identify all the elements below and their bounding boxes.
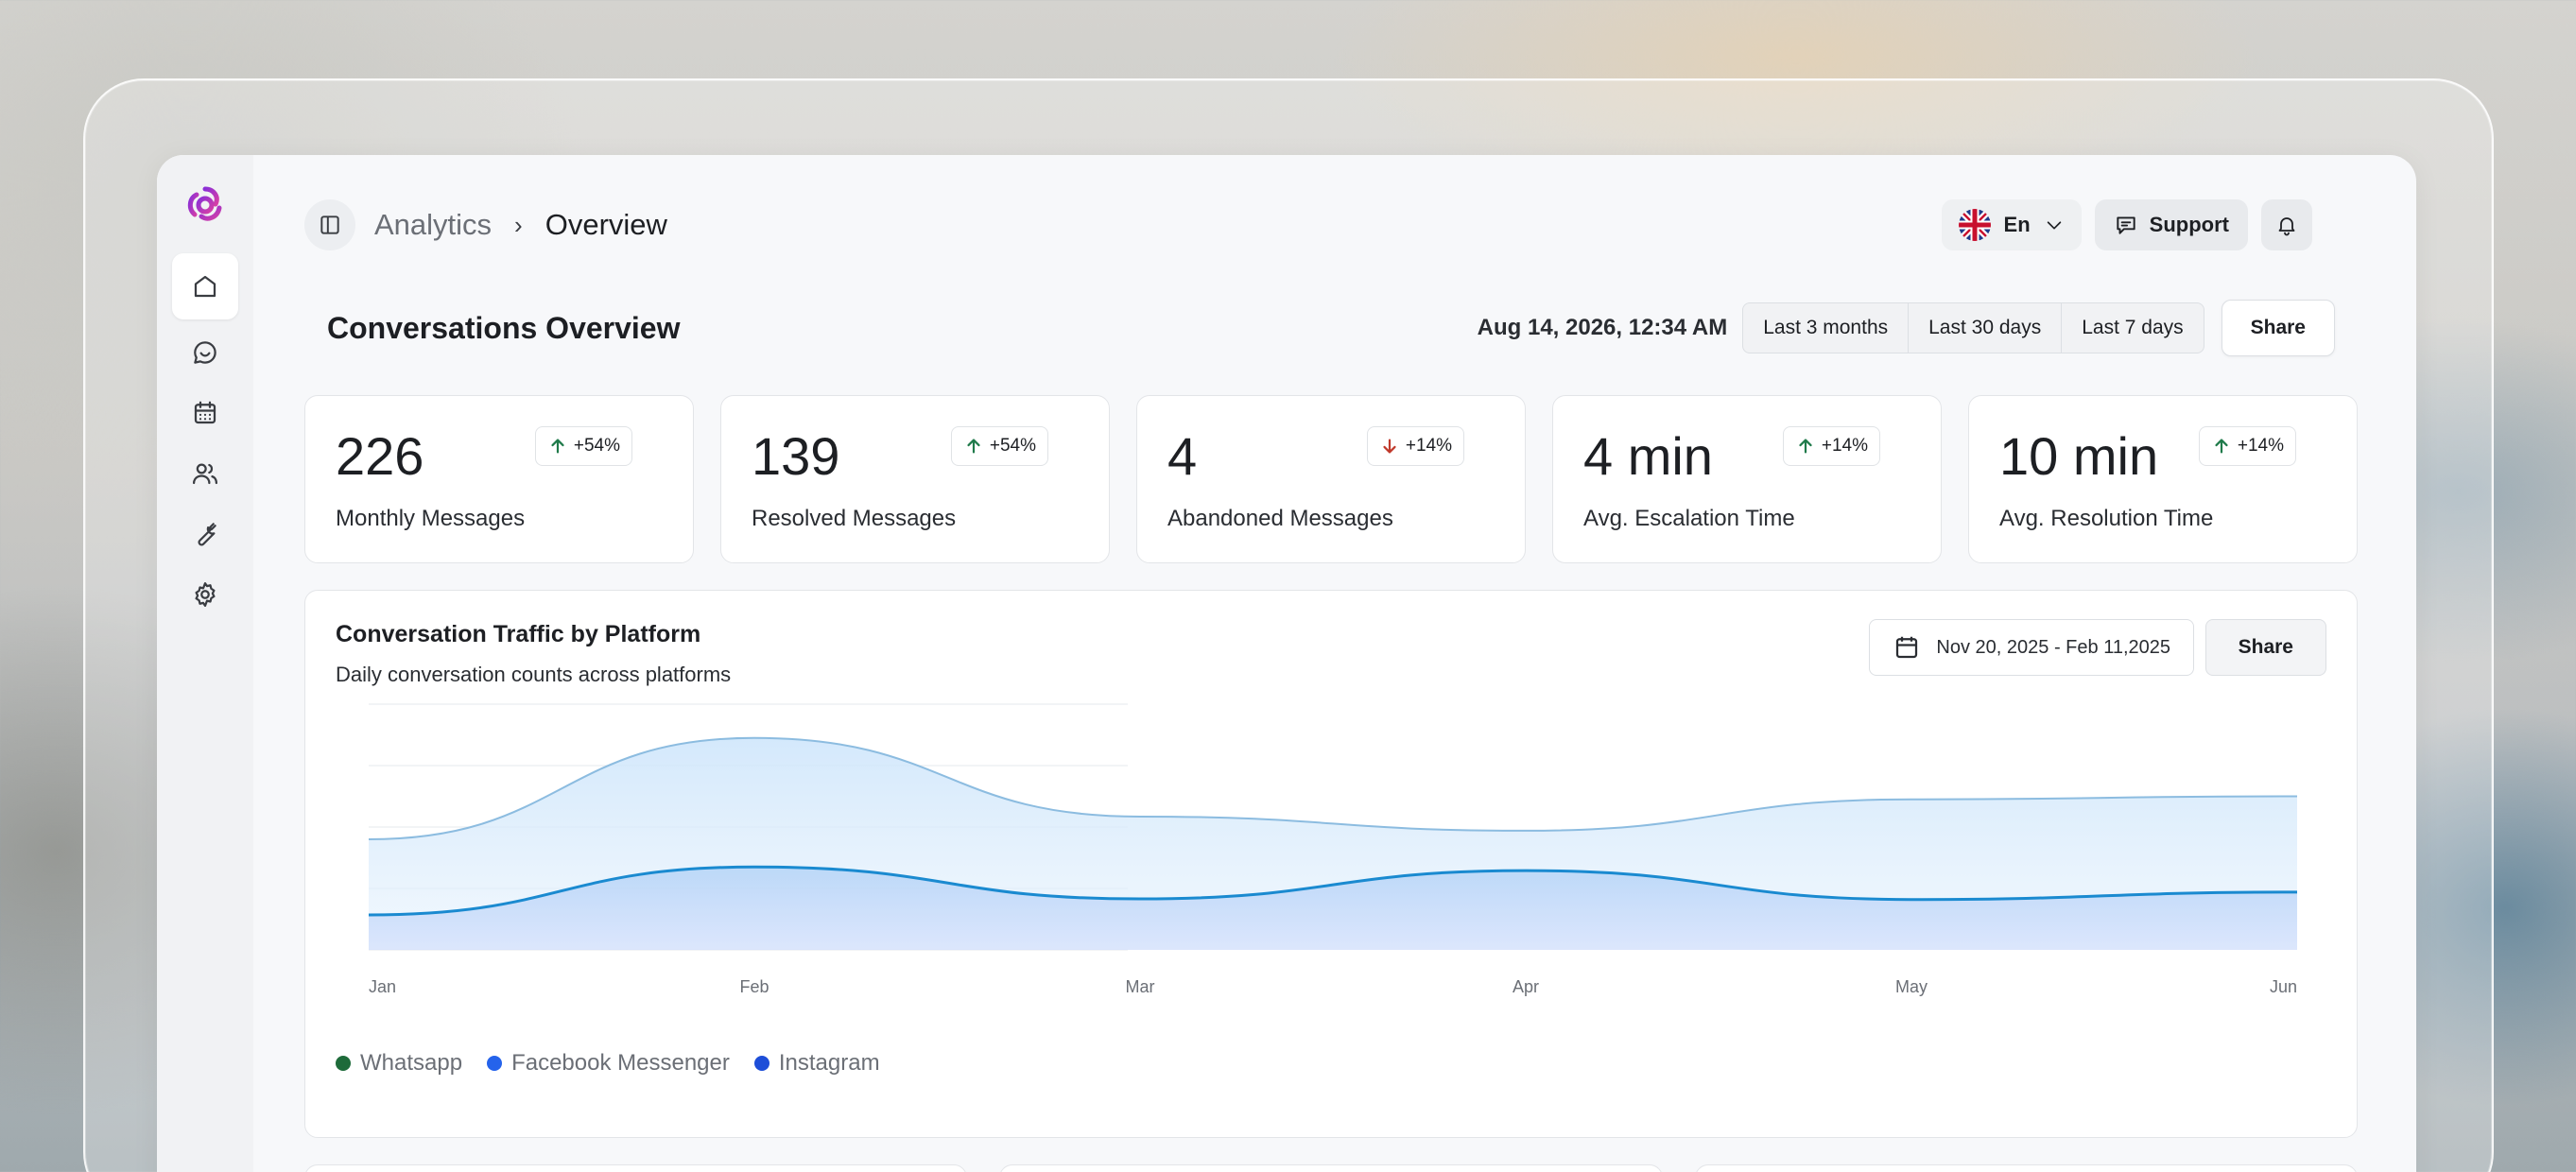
arrow-up-icon bbox=[551, 439, 564, 454]
stat-label: Resolved Messages bbox=[752, 506, 957, 531]
x-tick-label: Jun bbox=[2270, 977, 2297, 996]
legend-dot bbox=[487, 1056, 503, 1071]
sidebar-toggle-button[interactable] bbox=[304, 199, 355, 250]
chart-areas bbox=[368, 736, 2298, 950]
breadcrumb-analytics[interactable]: Analytics bbox=[374, 208, 492, 242]
sidebar-item-home[interactable] bbox=[172, 253, 238, 319]
date-range-picker[interactable]: Nov 20, 2025 - Feb 11,2025 bbox=[1869, 619, 2194, 676]
timestamp: Aug 14, 2026, 12:34 AM bbox=[1477, 315, 1728, 340]
bottom-panel bbox=[304, 1164, 968, 1172]
sidebar-nav bbox=[172, 253, 238, 622]
change-badge: +14% bbox=[1782, 426, 1880, 466]
legend-label: Instagram bbox=[778, 1050, 880, 1076]
wrench-icon bbox=[198, 523, 216, 546]
top-bar: Analytics › Overview En Support bbox=[304, 197, 2312, 253]
x-tick-label: Feb bbox=[739, 977, 769, 996]
chart-title: Conversation Traffic by Platform bbox=[336, 621, 701, 647]
legend-label: Whatsapp bbox=[360, 1050, 463, 1076]
x-axis-ticks: Jan Feb Mar Apr May Jun bbox=[369, 977, 2297, 996]
sidebar bbox=[157, 155, 253, 1172]
calendar-icon bbox=[1896, 636, 1918, 659]
stat-card-monthly-messages: 226 Monthly Messages +54% bbox=[304, 395, 694, 563]
sidebar-item-settings[interactable] bbox=[172, 561, 238, 628]
breadcrumb-current: Overview bbox=[545, 208, 667, 241]
chevron-down-icon bbox=[2047, 221, 2061, 230]
x-tick-label: Mar bbox=[1126, 977, 1155, 996]
legend-item-instagram[interactable]: Instagram bbox=[753, 1050, 880, 1077]
x-tick-label: Jan bbox=[369, 977, 396, 996]
notifications-button[interactable] bbox=[2261, 199, 2312, 250]
change-value: +14% bbox=[2237, 436, 2284, 456]
sidebar-panel-icon bbox=[320, 215, 339, 234]
calendar-icon bbox=[194, 401, 216, 424]
language-selector[interactable]: En bbox=[1941, 199, 2082, 250]
arrow-up-icon bbox=[967, 439, 980, 454]
change-value: +14% bbox=[1821, 436, 1868, 456]
legend-item-whatsapp[interactable]: Whatsapp bbox=[336, 1050, 462, 1077]
stat-label: Abandoned Messages bbox=[1167, 506, 1393, 531]
sidebar-item-calendar[interactable] bbox=[172, 380, 238, 446]
legend-item-facebook-messenger[interactable]: Facebook Messenger bbox=[487, 1050, 730, 1077]
app-window: Analytics › Overview En Support Conversa… bbox=[157, 155, 2416, 1172]
range-last-3-months[interactable]: Last 3 months bbox=[1743, 303, 1910, 353]
chart-legend: Whatsapp Facebook Messenger Instagram bbox=[336, 1050, 880, 1077]
stat-label: Avg. Resolution Time bbox=[1999, 506, 2214, 531]
date-range-toggle: Last 3 months Last 30 days Last 7 days bbox=[1742, 302, 2204, 353]
stat-label: Monthly Messages bbox=[336, 506, 526, 531]
bottom-panel bbox=[999, 1164, 1663, 1172]
change-badge: +54% bbox=[950, 426, 1048, 466]
legend-dot bbox=[753, 1056, 769, 1071]
bottom-panel bbox=[1694, 1164, 2358, 1172]
stat-cards: 226 Monthly Messages +54% 139 Resolved M… bbox=[304, 395, 2358, 563]
date-range-label: Nov 20, 2025 - Feb 11,2025 bbox=[1936, 636, 2170, 658]
traffic-area-chart: Jan Feb Mar Apr May Jun bbox=[368, 703, 2298, 996]
sidebar-item-users[interactable] bbox=[172, 440, 238, 507]
overview-share-button[interactable]: Share bbox=[2221, 300, 2335, 356]
traffic-chart-panel: Conversation Traffic by Platform Daily c… bbox=[304, 590, 2358, 1138]
change-badge: +14% bbox=[2198, 426, 2296, 466]
breadcrumb-separator: › bbox=[514, 210, 523, 239]
change-value: +54% bbox=[989, 436, 1036, 456]
range-last-30-days[interactable]: Last 30 days bbox=[1909, 303, 2063, 353]
x-tick-label: Apr bbox=[1513, 977, 1539, 996]
support-chat-icon bbox=[2117, 216, 2135, 234]
change-value: +14% bbox=[1405, 436, 1452, 456]
arrow-up-icon bbox=[1799, 439, 1812, 454]
legend-label: Facebook Messenger bbox=[511, 1050, 730, 1076]
chart-subtitle: Daily conversation counts across platfor… bbox=[336, 663, 732, 686]
home-icon bbox=[194, 275, 216, 298]
stat-card-resolution-time: 10 min Avg. Resolution Time +14% bbox=[1968, 395, 2358, 563]
sidebar-item-messages[interactable] bbox=[172, 319, 238, 386]
x-tick-label: May bbox=[1895, 977, 1928, 996]
uk-flag-icon bbox=[1958, 209, 1991, 241]
change-value: +54% bbox=[573, 436, 620, 456]
arrow-up-icon bbox=[2215, 439, 2228, 454]
sidebar-item-tools[interactable] bbox=[172, 501, 238, 567]
language-label: En bbox=[2003, 213, 2031, 236]
header-actions: En Support bbox=[1941, 199, 2312, 250]
support-label: Support bbox=[2149, 213, 2229, 236]
range-last-7-days[interactable]: Last 7 days bbox=[2062, 303, 2203, 353]
users-icon bbox=[193, 463, 217, 485]
overview-header: Conversations Overview Aug 14, 2026, 12:… bbox=[327, 297, 2335, 359]
support-button[interactable]: Support bbox=[2094, 199, 2248, 250]
change-badge: +14% bbox=[1366, 426, 1464, 466]
stat-card-resolved-messages: 139 Resolved Messages +54% bbox=[720, 395, 1110, 563]
chart-share-button[interactable]: Share bbox=[2204, 619, 2326, 676]
gear-icon bbox=[195, 582, 216, 607]
page-title: Conversations Overview bbox=[327, 310, 681, 345]
legend-dot bbox=[336, 1056, 351, 1071]
bell-icon bbox=[2278, 217, 2295, 236]
arrow-down-icon bbox=[1383, 439, 1396, 454]
bottom-panels bbox=[304, 1164, 2358, 1172]
stat-card-abandoned-messages: 4 Abandoned Messages +14% bbox=[1136, 395, 1526, 563]
change-badge: +54% bbox=[534, 426, 632, 466]
stat-card-escalation-time: 4 min Avg. Escalation Time +14% bbox=[1552, 395, 1942, 563]
chat-bubble-icon bbox=[194, 341, 216, 364]
brand-logo-icon bbox=[187, 186, 222, 221]
stat-label: Avg. Escalation Time bbox=[1583, 506, 1795, 531]
